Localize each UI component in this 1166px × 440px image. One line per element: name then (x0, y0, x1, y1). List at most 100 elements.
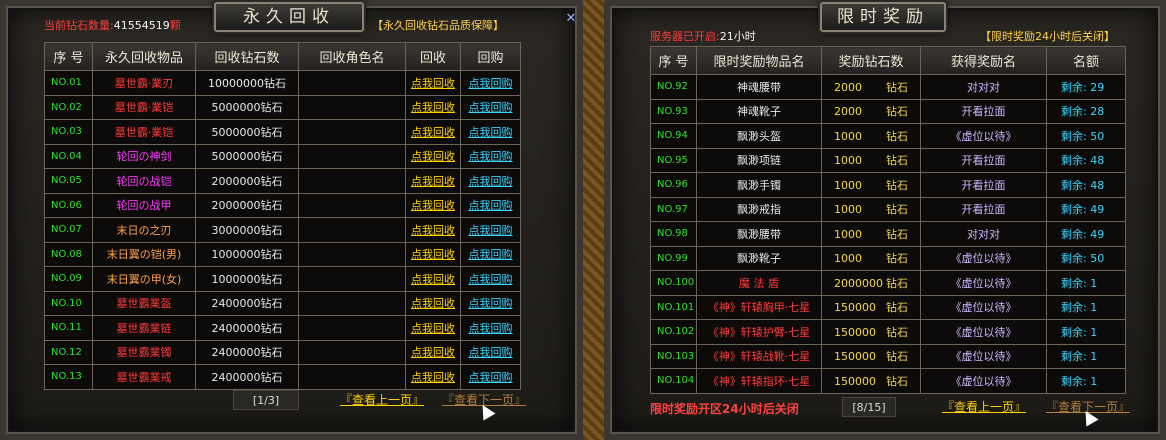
recycle-link[interactable]: 点我回收 (411, 77, 455, 90)
quota-remaining: 剩余: 50 (1046, 123, 1126, 149)
table-row: NO.100 魔 法 盾 2000000 钻石 《虚位以待》 剩余: 1 (650, 270, 1126, 296)
recycle-link[interactable]: 点我回收 (411, 297, 455, 310)
recycle-cell: 点我回收 (405, 339, 461, 365)
quota-remaining: 剩余: 28 (1046, 98, 1126, 124)
amount-unit: 钻石 (260, 297, 283, 311)
table-row: NO.96 飘渺手镯 1000 钻石 开看拉面 剩余: 48 (650, 172, 1126, 198)
buyback-link[interactable]: 点我回购 (469, 101, 513, 114)
buyback-cell: 点我回购 (460, 290, 521, 316)
diamond-amount: 2000 钻石 (821, 74, 921, 100)
diamond-amount: 1000 钻石 (821, 147, 921, 173)
row-number: NO.02 (44, 94, 93, 120)
amount-unit: 钻石 (886, 325, 908, 339)
row-number: NO.104 (650, 368, 697, 394)
recycle-link[interactable]: 点我回收 (411, 150, 455, 163)
diamond-amount: 1000 钻石 (821, 245, 921, 271)
reward-name: 开看拉面 (920, 172, 1047, 198)
diamond-amount: 150000 钻石 (821, 368, 921, 394)
recycle-cell: 点我回收 (405, 94, 461, 120)
row-number: NO.95 (650, 147, 697, 173)
amount-unit: 钻石 (264, 76, 286, 90)
row-number: NO.103 (650, 343, 697, 369)
buyback-link[interactable]: 点我回购 (469, 150, 513, 163)
buyback-link[interactable]: 点我回购 (469, 126, 513, 139)
row-number: NO.11 (44, 315, 93, 341)
amount-unit: 钻石 (260, 174, 283, 188)
buyback-link[interactable]: 点我回购 (469, 199, 513, 212)
table-row: NO.92 神魂腰带 2000 钻石 对对对 剩余: 29 (650, 74, 1126, 100)
amount-value: 150000 (834, 325, 876, 339)
table-header-row: 序 号 限时奖励物品名 奖励钻石数 获得奖励名 名额 (650, 46, 1126, 75)
close-icon[interactable]: ✕ (564, 12, 578, 26)
buyback-link[interactable]: 点我回购 (469, 322, 513, 335)
amount-unit: 钻石 (886, 227, 908, 241)
recycle-link[interactable]: 点我回收 (411, 248, 455, 261)
quota-remaining: 剩余: 48 (1046, 147, 1126, 173)
reward-name: 开看拉面 (920, 98, 1047, 124)
diamond-amount: 5000000钻石 (195, 94, 299, 120)
recycle-link[interactable]: 点我回收 (411, 199, 455, 212)
table-row: NO.08 末日翼の铠(男) 1000000钻石 点我回收 点我回购 (44, 241, 521, 267)
recycle-link[interactable]: 点我回收 (411, 322, 455, 335)
diamond-count: 当前钻石数量:41554519颗 (44, 17, 181, 33)
amount-value: 1000000 (211, 248, 261, 262)
col-header-recycle: 回收 (405, 42, 461, 71)
col-header-item: 限时奖励物品名 (696, 46, 822, 75)
item-name: 神魂腰带 (696, 74, 822, 100)
reward-name: 《虚位以待》 (920, 123, 1047, 149)
recycle-link[interactable]: 点我回收 (411, 101, 455, 114)
amount-unit: 钻石 (260, 248, 283, 262)
buyback-link[interactable]: 点我回购 (469, 371, 513, 384)
role-name-cell (298, 119, 406, 145)
amount-value: 1000 (834, 203, 862, 217)
recycle-link[interactable]: 点我回收 (411, 126, 455, 139)
table-row: NO.05 轮回の战铠 2000000钻石 点我回收 点我回购 (44, 168, 521, 194)
row-number: NO.09 (44, 266, 93, 292)
recycle-cell: 点我回收 (405, 266, 461, 292)
reward-note: 【限时奖励24小时后关闭】 (980, 30, 1115, 43)
recycle-link[interactable]: 点我回收 (411, 346, 455, 359)
amount-unit: 钻石 (886, 129, 908, 143)
item-name: 飘渺手镯 (696, 172, 822, 198)
amount-unit: 钻石 (886, 350, 908, 364)
prev-page-link[interactable]: 『查看上一页』 (942, 397, 1026, 417)
recycle-link[interactable]: 点我回收 (411, 273, 455, 286)
prev-page-link[interactable]: 『查看上一页』 (340, 390, 424, 410)
buyback-cell: 点我回购 (460, 192, 521, 218)
buyback-link[interactable]: 点我回购 (469, 273, 513, 286)
table-row: NO.97 飘渺戒指 1000 钻石 开看拉面 剩余: 49 (650, 196, 1126, 222)
amount-unit: 钻石 (886, 301, 908, 315)
diamond-amount: 2000000钻石 (821, 270, 921, 296)
recycle-title: 永久回收 (214, 2, 364, 32)
buyback-link[interactable]: 点我回购 (469, 77, 513, 90)
amount-value: 2000 (834, 105, 862, 119)
recycle-link[interactable]: 点我回收 (411, 224, 455, 237)
table-row: NO.102 《神》轩辕护臂·七星 150000 钻石 《虚位以待》 剩余: 1 (650, 319, 1126, 345)
item-name: 轮回の战甲 (92, 192, 196, 218)
reward-name: 《虚位以待》 (920, 368, 1047, 394)
buyback-link[interactable]: 点我回购 (469, 175, 513, 188)
buyback-link[interactable]: 点我回购 (469, 297, 513, 310)
table-row: NO.02 墓世霸·業铠 5000000钻石 点我回收 点我回购 (44, 94, 521, 120)
buyback-link[interactable]: 点我回购 (469, 224, 513, 237)
amount-value: 10000000 (208, 76, 264, 90)
quota-remaining: 剩余: 29 (1046, 74, 1126, 100)
reward-name: 《虚位以待》 (920, 319, 1047, 345)
item-name: 墓世霸·業刃 (92, 70, 196, 96)
diamond-amount: 5000000钻石 (195, 143, 299, 169)
table-row: NO.101 《神》轩辕胸甲·七星 150000 钻石 《虚位以待》 剩余: 1 (650, 294, 1126, 320)
amount-unit: 钻石 (260, 370, 283, 384)
diamond-amount: 1000 钻石 (821, 172, 921, 198)
diamond-amount: 5000000钻石 (195, 119, 299, 145)
reward-title: 限时奖励 (820, 2, 946, 32)
amount-unit: 钻石 (260, 223, 283, 237)
buyback-link[interactable]: 点我回购 (469, 346, 513, 359)
amount-unit: 钻石 (260, 199, 283, 213)
buyback-link[interactable]: 点我回购 (469, 248, 513, 261)
recycle-link[interactable]: 点我回收 (411, 371, 455, 384)
row-number: NO.99 (650, 245, 697, 271)
amount-value: 1000 (834, 129, 862, 143)
server-unit: 小时 (733, 30, 756, 43)
row-number: NO.07 (44, 217, 93, 243)
recycle-link[interactable]: 点我回收 (411, 175, 455, 188)
